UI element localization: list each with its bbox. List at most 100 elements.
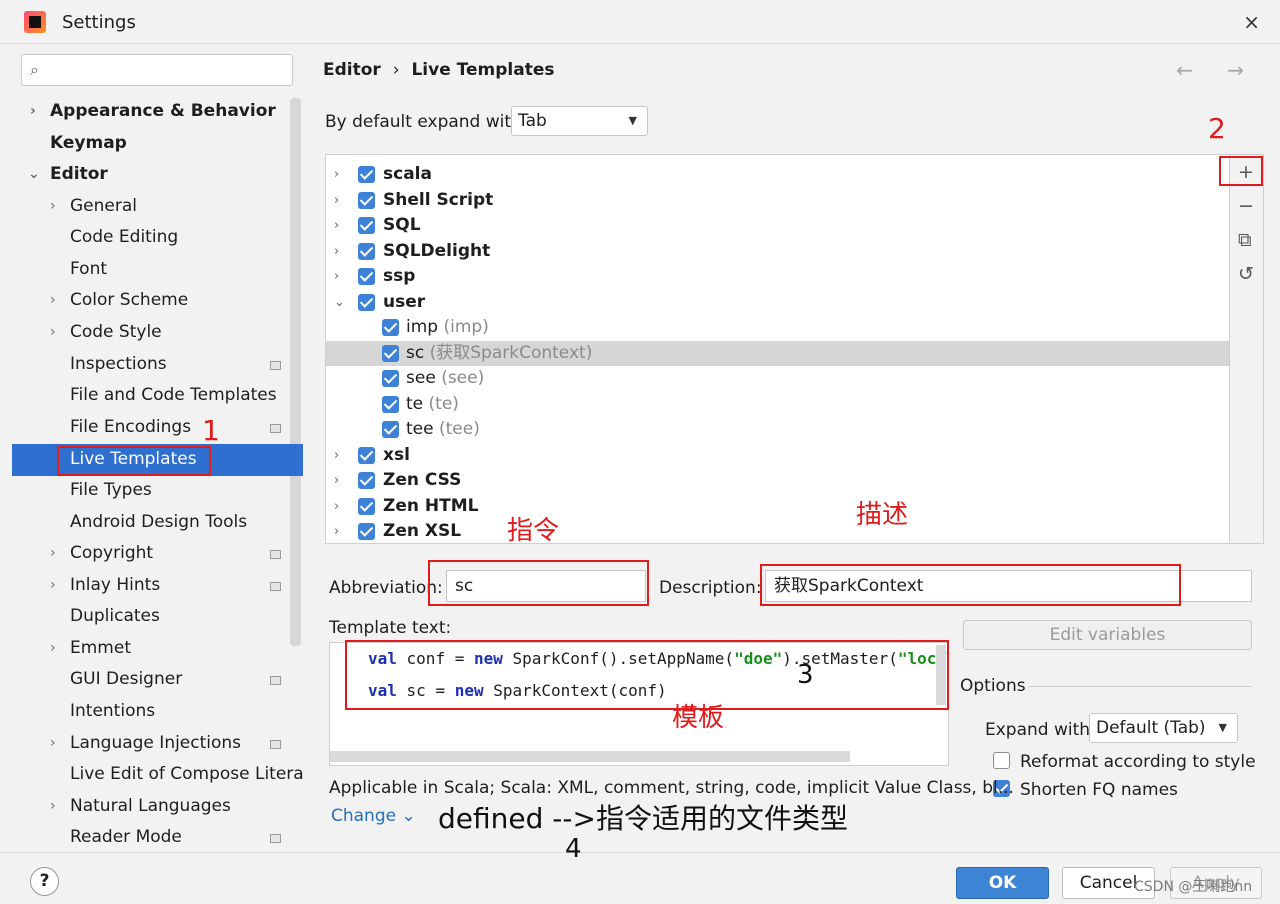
chevron-right-icon[interactable]: ›: [334, 162, 339, 187]
template-description: (te): [428, 394, 459, 414]
chevron-right-icon[interactable]: ›: [50, 191, 64, 222]
annotation-muban: 模板: [672, 703, 725, 733]
template-group-sql[interactable]: › SQL: [326, 213, 1229, 238]
template-item-checkbox[interactable]: [382, 396, 399, 413]
sidebar-item-label: Duplicates: [70, 606, 160, 626]
chevron-down-icon[interactable]: ⌄: [334, 290, 345, 315]
chevron-right-icon[interactable]: ›: [334, 213, 339, 238]
chevron-right-icon[interactable]: ›: [334, 239, 339, 264]
project-scope-icon: [270, 740, 281, 749]
annotation-number-2: 2: [1208, 112, 1226, 145]
expand-with-option-value: Default (Tab): [1096, 718, 1206, 738]
chevron-right-icon[interactable]: ›: [334, 264, 339, 289]
expand-with-dropdown[interactable]: Tab ▼: [511, 106, 648, 136]
template-item-checkbox[interactable]: [382, 319, 399, 336]
sidebar-item-gui-designer[interactable]: GUI Designer: [12, 664, 302, 695]
edit-variables-button[interactable]: Edit variables: [963, 620, 1252, 650]
project-scope-icon: [270, 550, 281, 559]
chevron-right-icon[interactable]: ›: [334, 468, 339, 493]
change-contexts-link[interactable]: Change ⌄: [331, 806, 416, 826]
template-group-xsl[interactable]: › xsl: [326, 443, 1229, 468]
sidebar-item-copyright[interactable]: › Copyright: [12, 538, 302, 569]
shorten-fq-label: Shorten FQ names: [1020, 780, 1178, 800]
search-icon: ⌕: [30, 60, 39, 79]
template-item-imp[interactable]: imp (imp): [326, 315, 1229, 340]
chevron-right-icon[interactable]: ›: [334, 519, 339, 543]
live-templates-panel: Editor › Live Templates ← → By default e…: [303, 44, 1280, 852]
template-group-user[interactable]: ⌄ user: [326, 290, 1229, 315]
template-horizontal-scrollbar[interactable]: [330, 751, 850, 762]
template-item-checkbox[interactable]: [382, 421, 399, 438]
chevron-down-icon[interactable]: ⌄: [28, 159, 42, 190]
template-item-sc[interactable]: sc (获取SparkContext): [326, 341, 1229, 366]
settings-search-input[interactable]: ⌕: [21, 54, 293, 86]
annotation-number-1: 1: [202, 414, 220, 447]
expand-with-option-dropdown[interactable]: Default (Tab) ▼: [1089, 713, 1238, 743]
template-group-shell-script[interactable]: › Shell Script: [326, 188, 1229, 213]
sidebar-item-inlay-hints[interactable]: › Inlay Hints: [12, 570, 302, 601]
template-group-zen-xsl[interactable]: › Zen XSL: [326, 519, 1229, 543]
expand-with-value: Tab: [518, 111, 547, 131]
template-group-checkbox[interactable]: [358, 447, 375, 464]
annotation-number-3: 3: [797, 660, 814, 690]
template-group-sqldelight[interactable]: › SQLDelight: [326, 239, 1229, 264]
chevron-right-icon[interactable]: ›: [50, 791, 64, 822]
close-icon[interactable]: ×: [1243, 10, 1260, 34]
ok-button[interactable]: OK: [956, 867, 1049, 899]
copy-icon[interactable]: ⧉: [1238, 229, 1252, 251]
template-group-scala[interactable]: › scala: [326, 162, 1229, 187]
sidebar-item-label: Font: [70, 259, 108, 279]
template-group-checkbox[interactable]: [358, 268, 375, 285]
chevron-right-icon[interactable]: ›: [334, 494, 339, 519]
template-description: (获取SparkContext): [429, 343, 593, 363]
template-group-checkbox[interactable]: [358, 294, 375, 311]
template-item-see[interactable]: see (see): [326, 366, 1229, 391]
breadcrumb-live-templates: Live Templates: [411, 60, 555, 80]
remove-icon[interactable]: −: [1238, 195, 1254, 217]
template-group-name: xsl: [383, 445, 410, 465]
sidebar-item-label: Keymap: [50, 133, 127, 153]
chevron-right-icon[interactable]: ›: [50, 633, 64, 664]
back-forward-arrows-icon[interactable]: ← →: [1176, 58, 1258, 82]
template-group-checkbox[interactable]: [358, 192, 375, 209]
template-group-checkbox[interactable]: [358, 498, 375, 515]
restore-icon[interactable]: ↺: [1238, 263, 1254, 285]
chevron-right-icon[interactable]: ›: [50, 317, 64, 348]
template-group-checkbox[interactable]: [358, 166, 375, 183]
template-group-zen-css[interactable]: › Zen CSS: [326, 468, 1229, 493]
template-item-te[interactable]: te (te): [326, 392, 1229, 417]
template-group-checkbox[interactable]: [358, 243, 375, 260]
chevron-right-icon[interactable]: ›: [30, 96, 44, 127]
breadcrumb-editor[interactable]: Editor: [323, 60, 381, 80]
chevron-right-icon[interactable]: ›: [50, 728, 64, 759]
sidebar-item-label: Code Style: [70, 322, 162, 342]
chevron-right-icon[interactable]: ›: [334, 188, 339, 213]
template-group-checkbox[interactable]: [358, 217, 375, 234]
chevron-right-icon[interactable]: ›: [334, 443, 339, 468]
sidebar-item-reader-mode[interactable]: Reader Mode: [12, 822, 302, 853]
chevron-down-icon: ▼: [628, 114, 637, 127]
sidebar-item-file-encodings[interactable]: File Encodings: [12, 412, 302, 443]
templates-tree[interactable]: › scala › Shell Script › SQL › SQLDeligh…: [325, 154, 1230, 544]
template-group-name: user: [383, 292, 426, 312]
template-item-checkbox[interactable]: [382, 370, 399, 387]
reformat-checkbox[interactable]: [993, 752, 1010, 769]
chevron-down-icon: ▼: [1218, 721, 1227, 734]
chevron-right-icon[interactable]: ›: [50, 285, 64, 316]
annotation-box-abbreviation: [428, 560, 649, 606]
watermark-text: CSDN @王喇跑nn: [1134, 879, 1253, 895]
sidebar-item-language-injections[interactable]: › Language Injections: [12, 728, 302, 759]
sidebar-item-inspections[interactable]: Inspections: [12, 349, 302, 380]
help-icon[interactable]: ?: [30, 867, 59, 896]
template-item-checkbox[interactable]: [382, 345, 399, 362]
template-group-checkbox[interactable]: [358, 523, 375, 540]
template-description: (tee): [439, 419, 480, 439]
sidebar-item-label: Copyright: [70, 543, 154, 563]
template-group-ssp[interactable]: › ssp: [326, 264, 1229, 289]
template-group-checkbox[interactable]: [358, 472, 375, 489]
template-abbreviation: imp: [406, 317, 439, 337]
chevron-right-icon[interactable]: ›: [50, 570, 64, 601]
template-item-tee[interactable]: tee (tee): [326, 417, 1229, 442]
template-group-zen-html[interactable]: › Zen HTML: [326, 494, 1229, 519]
chevron-right-icon[interactable]: ›: [50, 538, 64, 569]
